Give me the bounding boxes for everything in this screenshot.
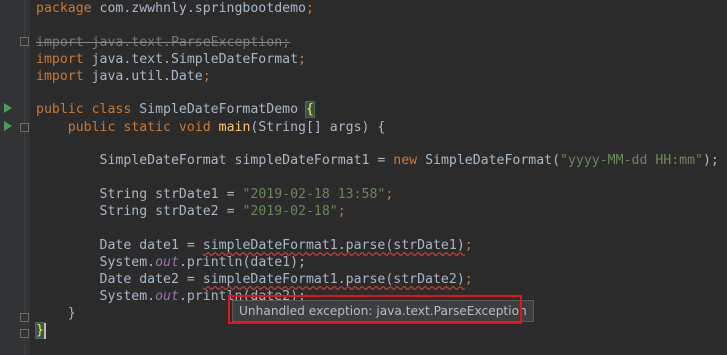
code-line-import-parseexception: import java.text.ParseException; <box>36 35 291 50</box>
code-line-import-simpledateformat: import java.text.SimpleDateFormat; <box>36 52 306 67</box>
text-caret <box>44 323 46 339</box>
error-underline: simpleDateFormat1.parse(strDate2) <box>202 272 465 287</box>
code-line-date1: Date date1 = simpleDateFormat1.parse(str… <box>99 238 473 253</box>
code-line-sdf-init: SimpleDateFormat simpleDateFormat1 = new… <box>99 153 719 168</box>
fold-main-end-icon[interactable] <box>20 313 29 322</box>
editor-gutter <box>0 0 30 355</box>
code-line-class-close: } <box>35 322 45 339</box>
gutter-divider <box>24 0 25 355</box>
code-line-main-close: } <box>67 306 76 321</box>
fold-imports-icon[interactable] <box>20 37 29 46</box>
error-underline: simpleDateFormat1.parse(strDate1) <box>202 238 465 253</box>
fold-main-icon[interactable] <box>20 123 29 132</box>
code-line-println1: System.out.println(date1); <box>99 255 306 270</box>
code-line-date2: Date date2 = simpleDateFormat1.parse(str… <box>99 272 473 287</box>
code-line-class-decl: public class SimpleDateFormatDemo { <box>36 101 315 118</box>
code-line-package: package com.zwwhnly.springbootdemo; <box>36 1 314 16</box>
code-line-import-date: import java.util.Date; <box>36 69 211 84</box>
run-main-icon[interactable] <box>4 121 12 131</box>
code-line-main-decl: public static void main(String[] args) { <box>67 120 386 135</box>
code-line-strdate2: String strDate2 = "2019-02-18"; <box>99 204 346 219</box>
run-class-icon[interactable] <box>4 103 12 113</box>
fold-class-end-icon[interactable] <box>20 329 29 338</box>
highlight-box <box>228 295 522 324</box>
code-line-strdate1: String strDate1 = "2019-02-18 13:58"; <box>99 187 394 202</box>
